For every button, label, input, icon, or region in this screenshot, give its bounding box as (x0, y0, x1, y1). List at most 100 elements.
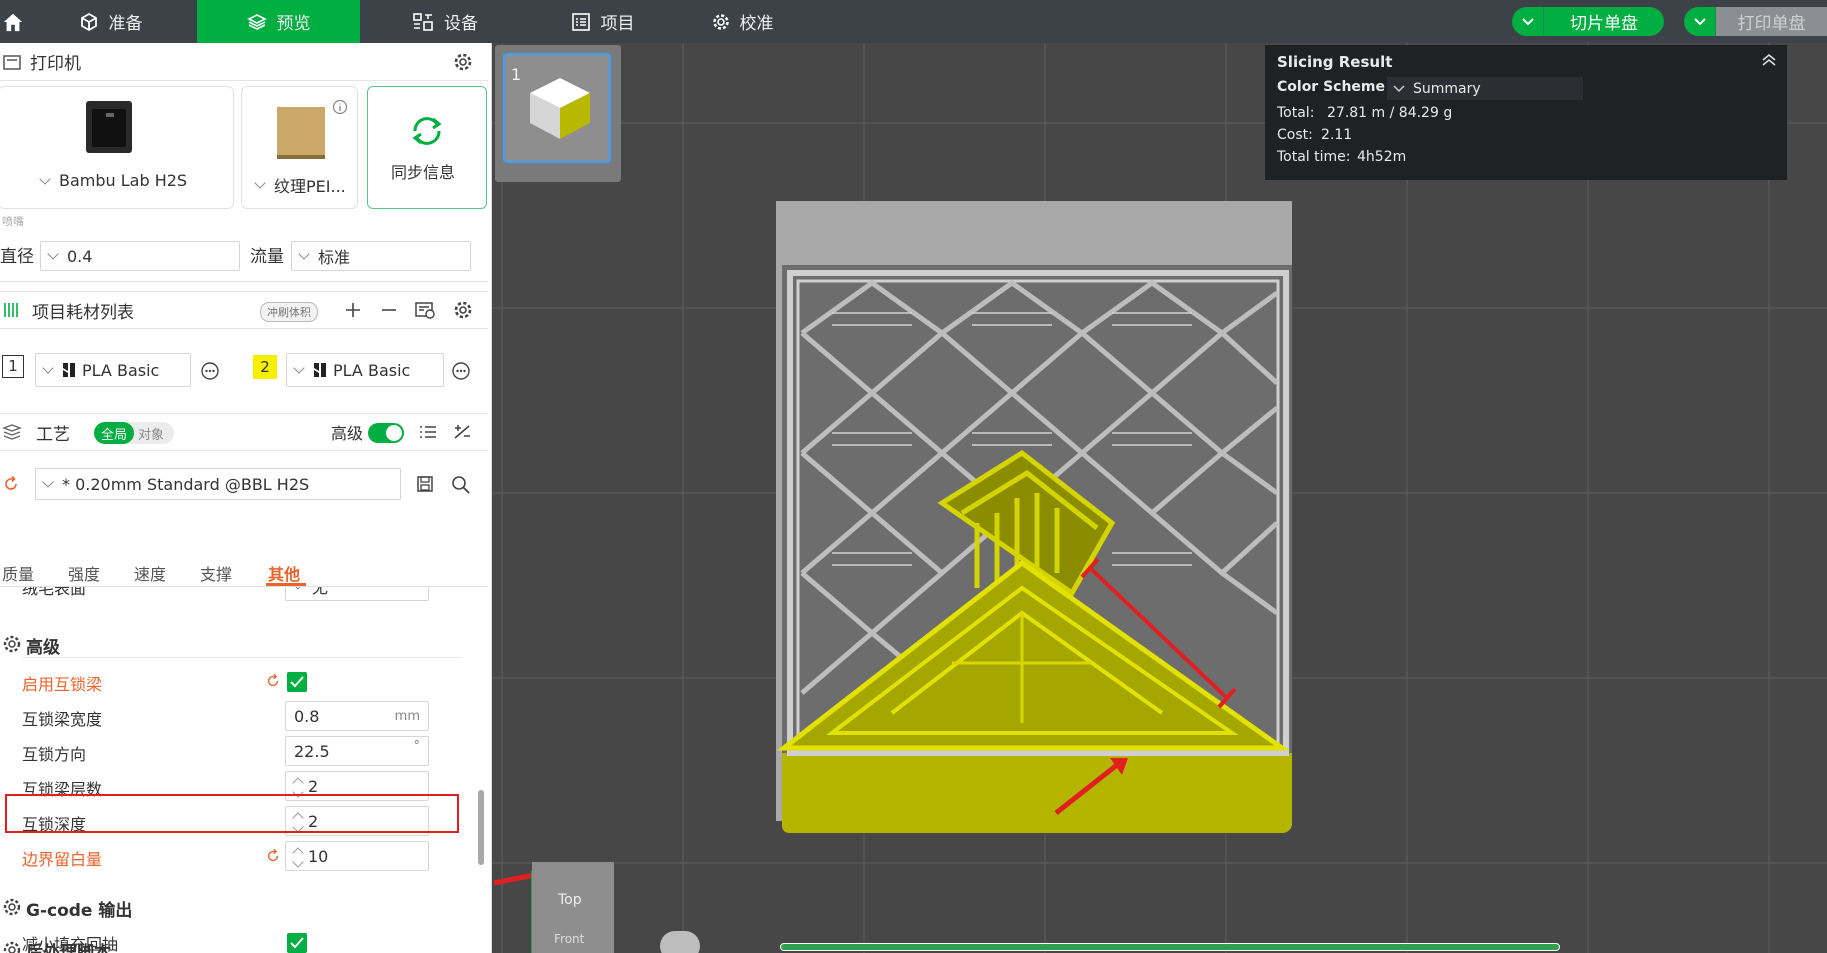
panel-scrollbar[interactable] (478, 790, 484, 865)
tab-speed[interactable]: 速度 (134, 561, 166, 585)
print-plate-button[interactable]: 打印单盘 (1716, 7, 1827, 36)
more-options-icon[interactable] (200, 361, 220, 381)
tab-calibration[interactable]: 校准 (675, 0, 810, 43)
settings-list: 绒毛表面 无 高级 启用互锁梁 互锁梁宽度 0.8 mm 互锁方向 22.5 °… (0, 587, 476, 953)
process-section-title: 工艺 (36, 424, 70, 445)
print-dropdown-button[interactable] (1684, 7, 1716, 36)
search-icon[interactable] (451, 475, 471, 495)
flow-label: 流量 (250, 247, 284, 267)
plate-card[interactable]: 纹理PEI... (241, 86, 358, 209)
filament-select-1[interactable]: PLA Basic (35, 353, 191, 387)
list-view-icon[interactable] (418, 423, 438, 441)
interlocking-enable-checkbox[interactable] (287, 672, 307, 692)
layer-slider-track[interactable] (780, 943, 1560, 951)
tab-project[interactable]: 项目 (530, 0, 675, 43)
reset-icon[interactable] (265, 848, 281, 864)
top-bar: 准备 预览 设备 项目 校准 切片单盘 打印单盘 (0, 0, 1827, 43)
sync-info-button[interactable]: 同步信息 (367, 86, 487, 209)
reset-icon[interactable] (265, 673, 281, 689)
scope-toggle[interactable]: 全局 对象 (94, 422, 174, 444)
stepper-arrows-icon[interactable] (292, 776, 304, 798)
scope-global[interactable]: 全局 (94, 422, 135, 444)
camera-reset-button[interactable] (660, 931, 700, 953)
tab-device[interactable]: 设备 (360, 0, 530, 43)
flow-select[interactable]: 标准 (291, 241, 471, 271)
add-icon[interactable] (344, 301, 362, 319)
divider (0, 281, 488, 282)
tab-support[interactable]: 支撑 (200, 561, 232, 585)
plate-name: 纹理PEI... (274, 177, 346, 196)
build-plate-image (277, 107, 325, 159)
compare-icon[interactable] (452, 423, 472, 441)
process-layers-icon (2, 424, 22, 440)
cube-outline-icon (80, 12, 97, 31)
remove-icon[interactable] (380, 301, 398, 319)
slice-plate-button[interactable]: 切片单盘 (1544, 7, 1664, 36)
settings-gear-icon[interactable] (453, 52, 473, 72)
view-front-label[interactable]: Front (554, 932, 584, 946)
scope-object[interactable]: 对象 (134, 422, 168, 444)
post-process-group-title: 后处理脚本 (26, 943, 111, 953)
tab-strength[interactable]: 强度 (68, 561, 100, 585)
sync-label: 同步信息 (391, 163, 456, 182)
boundary-avoidance-stepper[interactable]: 10 (285, 841, 429, 871)
home-button[interactable] (0, 0, 24, 43)
diameter-select[interactable]: 0.4 (40, 241, 240, 271)
reduce-retraction-checkbox[interactable] (287, 933, 307, 953)
info-icon[interactable] (332, 99, 348, 115)
tab-prepare[interactable]: 准备 (24, 0, 197, 43)
settings-gear-icon[interactable] (453, 300, 473, 320)
list-icon (571, 12, 590, 31)
printer-section-header: 打印机 (0, 43, 488, 81)
printer-selector[interactable]: Bambu Lab H2S (37, 171, 187, 190)
tab-quality[interactable]: 质量 (2, 561, 34, 585)
plate-thumbnail[interactable]: 1 (495, 45, 621, 182)
interlocking-enable-label: 启用互锁梁 (22, 675, 103, 694)
process-section-header: 工艺 全局 对象 高级 (0, 413, 488, 451)
tab-preview-label: 预览 (276, 14, 311, 34)
printer-card[interactable]: Bambu Lab H2S (0, 86, 234, 209)
view-top-label[interactable]: Top (558, 892, 582, 908)
3d-viewport[interactable]: 1 Slicing Result Color Scheme Summary To… (492, 43, 1827, 953)
slicing-result-panel: Slicing Result Color Scheme Summary Tota… (1265, 45, 1787, 180)
tab-others[interactable]: 其他 (268, 561, 300, 585)
nozzle-group-label: 喷嘴 (2, 215, 24, 228)
reset-icon[interactable] (2, 475, 20, 493)
process-preset-select[interactable]: * 0.20mm Standard @BBL H2S (35, 468, 401, 500)
interlocking-width-input[interactable]: 0.8 mm (285, 701, 429, 731)
collapse-icon[interactable] (1761, 53, 1777, 67)
plate-selector[interactable]: 纹理PEI... (252, 173, 346, 197)
tab-calibration-label: 校准 (739, 14, 774, 34)
filament-select-2[interactable]: PLA Basic (286, 353, 444, 387)
interlocking-width-unit: mm (394, 708, 420, 724)
advanced-toggle[interactable] (368, 423, 404, 443)
plate-index: 1 (511, 65, 522, 84)
color-scheme-select[interactable]: Summary (1387, 77, 1583, 100)
filament-sync-icon[interactable] (414, 300, 436, 320)
stepper-arrows-icon[interactable] (292, 846, 304, 868)
interlocking-orientation-input[interactable]: 22.5 ° (285, 736, 429, 766)
process-preset-name: * 0.20mm Standard @BBL H2S (62, 474, 310, 494)
tab-preview[interactable]: 预览 (197, 0, 360, 43)
highlight-annotation-box (5, 794, 459, 833)
interlocking-orientation-label: 互锁方向 (22, 745, 87, 764)
more-options-icon[interactable] (451, 361, 471, 381)
printer-name: Bambu Lab H2S (59, 171, 188, 190)
slice-dropdown-button[interactable] (1512, 7, 1544, 36)
interlocking-width-value: 0.8 (294, 706, 320, 726)
interlocking-orientation-unit: ° (413, 739, 421, 754)
slicing-result-title: Slicing Result (1277, 53, 1393, 71)
boundary-avoidance-value: 10 (308, 846, 329, 866)
total-label: Total: (1277, 105, 1315, 121)
view-navigation-cube[interactable]: Top Front (532, 862, 614, 953)
fuzzy-skin-select[interactable]: 无 (285, 587, 429, 601)
chevron-down-icon (42, 476, 54, 488)
gear-icon (712, 13, 729, 30)
divider (22, 657, 462, 658)
save-icon[interactable] (416, 475, 434, 493)
device-grid-icon (413, 12, 433, 31)
flush-volume-badge[interactable]: 冲刷体积 (260, 302, 318, 322)
advanced-label: 高级 (331, 424, 364, 443)
gcode-gear-icon (3, 898, 21, 916)
printer-icon (3, 54, 21, 70)
